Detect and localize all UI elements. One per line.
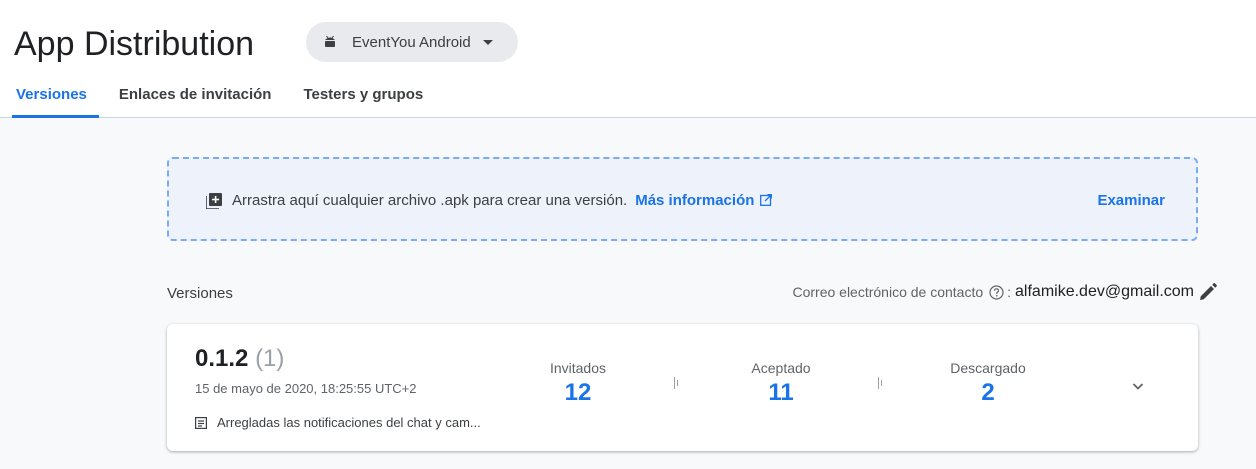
stat-value: 12 <box>564 379 592 406</box>
stat-value: 11 <box>768 379 794 406</box>
stat-aceptado: Aceptado 11 <box>749 360 813 407</box>
app-selector[interactable]: EventYou Android <box>306 22 518 62</box>
build-number: (1) <box>255 345 285 372</box>
add-box-icon <box>205 193 222 210</box>
header: App Distribution EventYou Android Versio… <box>0 0 1256 118</box>
funnel-arrow-icon <box>674 377 678 389</box>
contact-email-row: Correo electrónico de contacto : alfamik… <box>792 283 1194 301</box>
contact-colon: : <box>1007 284 1012 300</box>
app-selector-label: EventYou Android <box>352 33 471 51</box>
release-note-text: Arregladas las notificaciones del chat y… <box>217 415 481 430</box>
tab-enlaces-invitacion[interactable]: Enlaces de invitación <box>103 72 288 117</box>
contact-label: Correo electrónico de contacto <box>792 284 984 300</box>
dropzone-text: Arrastra aquí cualquier archivo .apk par… <box>232 192 773 209</box>
help-icon[interactable] <box>989 284 1004 300</box>
open-external-icon <box>760 193 773 206</box>
browse-button[interactable]: Examinar <box>1097 192 1165 209</box>
apk-dropzone[interactable]: Arrastra aquí cualquier archivo .apk par… <box>167 157 1198 241</box>
release-card[interactable]: 0.1.2 (1) 15 de mayo de 2020, 18:25:55 U… <box>167 324 1198 451</box>
stat-value: 2 <box>981 379 995 406</box>
funnel-arrow-icon <box>878 377 882 389</box>
stat-label: Descargado <box>950 360 1026 376</box>
contact-email: alfamike.dev@gmail.com <box>1015 283 1194 300</box>
version-number: 0.1.2 <box>195 345 249 372</box>
tab-versiones[interactable]: Versiones <box>0 72 103 118</box>
expand-chevron-icon[interactable] <box>1130 378 1146 394</box>
release-version: 0.1.2 (1) <box>195 345 284 373</box>
android-icon <box>322 34 338 50</box>
stat-descargado: Descargado 2 <box>945 360 1031 407</box>
versions-section-title: Versiones <box>167 285 233 302</box>
dropzone-instructions: Arrastra aquí cualquier archivo .apk par… <box>232 192 628 209</box>
notes-icon <box>195 416 207 429</box>
stat-label: Invitados <box>549 360 607 376</box>
tab-bar: Versiones Enlaces de invitación Testers … <box>0 72 439 118</box>
release-date: 15 de mayo de 2020, 18:25:55 UTC+2 <box>195 381 417 396</box>
more-info-link[interactable]: Más información <box>635 192 773 209</box>
stat-invitados: Invitados 12 <box>547 360 609 407</box>
tab-testers-grupos[interactable]: Testers y grupos <box>287 72 439 117</box>
chevron-down-icon <box>482 39 493 45</box>
release-notes: Arregladas las notificaciones del chat y… <box>195 415 481 430</box>
more-info-label: Más información <box>635 192 755 209</box>
stat-label: Aceptado <box>751 360 811 376</box>
page-title: App Distribution <box>14 25 255 63</box>
edit-icon[interactable] <box>1197 281 1219 303</box>
